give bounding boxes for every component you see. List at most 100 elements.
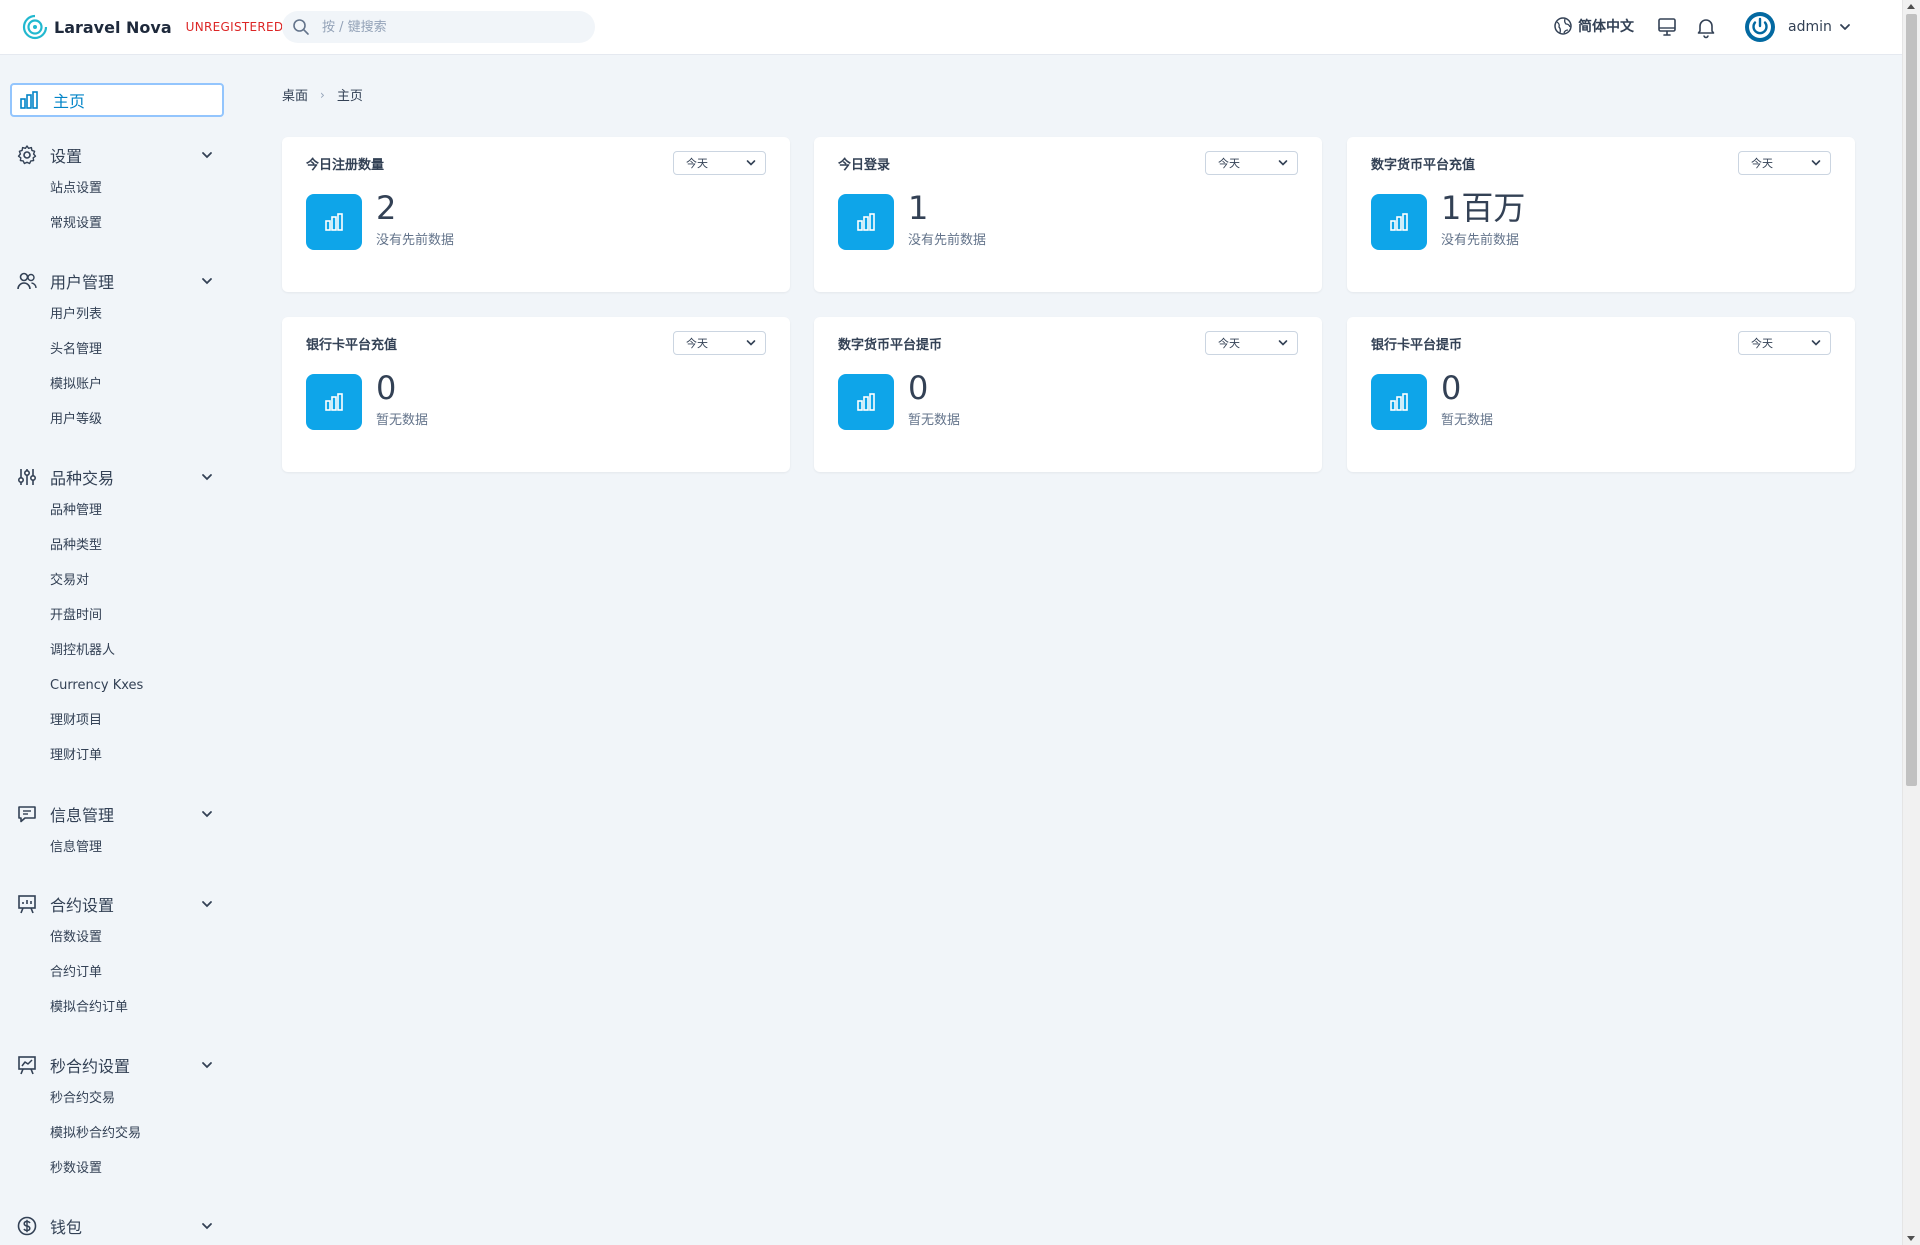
presentation-icon <box>18 895 36 914</box>
language-switcher[interactable]: 简体中文 <box>1553 16 1634 36</box>
sidebar-link[interactable]: 秒合约交易 <box>0 1081 240 1116</box>
card-title: 数字货币平台提币 <box>838 338 943 353</box>
metric-icon-tile <box>306 374 362 430</box>
section-title: 合约设置 <box>50 896 115 915</box>
monitor-icon[interactable] <box>1655 15 1679 39</box>
sidebar-link[interactable]: 头名管理 <box>0 332 240 367</box>
sidebar-link[interactable]: 合约订单 <box>0 955 240 990</box>
sidebar-link[interactable]: 站点设置 <box>0 171 240 206</box>
sidebar-item-home[interactable]: 主页 <box>10 83 224 117</box>
metric-icon-tile <box>1371 374 1427 430</box>
breadcrumb: 桌面 › 主页 <box>282 85 363 105</box>
scrollbar-thumb[interactable] <box>1906 14 1917 786</box>
metric-subtitle: 没有先前数据 <box>376 233 455 248</box>
range-select-value: 今天 <box>686 157 708 170</box>
sidebar-link[interactable]: 模拟合约订单 <box>0 990 240 1025</box>
chart-icon <box>325 213 343 231</box>
dollar-icon <box>17 1216 37 1236</box>
sidebar-link[interactable]: 调控机器人 <box>0 633 240 668</box>
card-title: 今日登录 <box>838 158 891 173</box>
user-name: admin <box>1788 19 1832 35</box>
sidebar-link[interactable]: 品种管理 <box>0 493 240 528</box>
language-label: 简体中文 <box>1578 19 1634 35</box>
breadcrumb-separator: › <box>320 87 325 102</box>
sidebar-item-label: 主页 <box>53 92 86 111</box>
sidebar-link[interactable]: 常规设置 <box>0 206 240 241</box>
sidebar-section-users: 用户管理 用户列表 头名管理 模拟账户 用户等级 <box>0 265 240 437</box>
sidebar-link[interactable]: 模拟账户 <box>0 367 240 402</box>
sidebar-section-header[interactable]: 秒合约设置 <box>0 1049 240 1081</box>
breadcrumb-root[interactable]: 桌面 <box>282 85 308 104</box>
metric-icon-tile <box>1371 194 1427 250</box>
range-select[interactable]: 今天 <box>1205 151 1298 175</box>
sidebar-section-contracts: 合约设置 倍数设置 合约订单 模拟合约订单 <box>0 888 240 1025</box>
metric-icon-tile <box>306 194 362 250</box>
users-icon <box>17 272 37 290</box>
range-select-value: 今天 <box>1218 157 1240 170</box>
range-select[interactable]: 今天 <box>1738 151 1831 175</box>
chevron-down-icon <box>202 474 212 481</box>
sidebar-link[interactable]: 模拟秒合约交易 <box>0 1116 240 1151</box>
range-select-value: 今天 <box>1751 337 1773 350</box>
range-select[interactable]: 今天 <box>1205 331 1298 355</box>
message-icon <box>18 806 36 823</box>
sidebar-link[interactable]: 交易对 <box>0 563 240 598</box>
chart-icon <box>1390 213 1408 231</box>
range-select[interactable]: 今天 <box>673 151 766 175</box>
sliders-icon <box>17 469 37 485</box>
metric-subtitle: 没有先前数据 <box>908 233 987 248</box>
power-avatar-icon <box>1745 12 1775 42</box>
sidebar-link[interactable]: Currency Kxes <box>0 668 240 703</box>
card-title: 银行卡平台提币 <box>1371 338 1463 353</box>
metric-value: 0 <box>376 369 397 407</box>
global-search[interactable] <box>282 11 595 43</box>
sidebar-section-header[interactable]: 品种交易 <box>0 461 240 493</box>
app-logo[interactable]: Laravel Nova UNREGISTERED <box>22 14 283 40</box>
scroll-up-arrow-icon[interactable] <box>1907 4 1915 9</box>
sidebar-link[interactable]: 理财订单 <box>0 738 240 773</box>
sidebar-link[interactable]: 开盘时间 <box>0 598 240 633</box>
section-title: 品种交易 <box>50 469 115 488</box>
metric-card: 数字货币平台充值 今天 1百万 没有先前数据 <box>1347 137 1855 292</box>
search-input[interactable] <box>320 18 574 36</box>
chart-icon <box>1390 393 1408 411</box>
bell-icon[interactable] <box>1694 15 1718 39</box>
search-icon <box>293 19 309 35</box>
sidebar-link[interactable]: 用户等级 <box>0 402 240 437</box>
sidebar-section-header[interactable]: 合约设置 <box>0 888 240 920</box>
card-title: 今日注册数量 <box>306 158 385 173</box>
chevron-down-icon <box>1811 160 1821 166</box>
user-menu[interactable]: admin <box>1744 11 1852 43</box>
metric-card: 今日登录 今天 1 没有先前数据 <box>814 137 1322 292</box>
metric-subtitle: 没有先前数据 <box>1441 233 1520 248</box>
chevron-down-icon <box>1839 24 1850 30</box>
sidebar-section-wallet: 钱包 <box>0 1210 240 1242</box>
sidebar-link[interactable]: 秒数设置 <box>0 1151 240 1186</box>
top-header: Laravel Nova UNREGISTERED 简体中文 a <box>0 0 1902 55</box>
metric-card: 数字货币平台提币 今天 0 暂无数据 <box>814 317 1322 472</box>
sidebar-link[interactable]: 用户列表 <box>0 297 240 332</box>
sidebar: 主页 设置 站点设置 常规设置 用户管理 用户列表 头名管理 模拟账户 用户等级… <box>0 55 240 1245</box>
sidebar-link[interactable]: 信息管理 <box>0 830 240 865</box>
sidebar-link[interactable]: 倍数设置 <box>0 920 240 955</box>
metric-subtitle: 暂无数据 <box>908 413 961 428</box>
range-select[interactable]: 今天 <box>1738 331 1831 355</box>
sidebar-section-header[interactable]: 信息管理 <box>0 798 240 830</box>
scroll-down-arrow-icon[interactable] <box>1907 1236 1915 1241</box>
metric-value: 0 <box>908 369 929 407</box>
sidebar-section-trading: 品种交易 品种管理 品种类型 交易对 开盘时间 调控机器人 Currency K… <box>0 461 240 773</box>
range-select[interactable]: 今天 <box>673 331 766 355</box>
sidebar-section-header[interactable]: 钱包 <box>0 1210 240 1242</box>
sidebar-section-header[interactable]: 设置 <box>0 139 240 171</box>
chart-icon <box>857 393 875 411</box>
page-scrollbar[interactable] <box>1902 0 1920 1245</box>
sidebar-link[interactable]: 品种类型 <box>0 528 240 563</box>
chevron-down-icon <box>1278 160 1288 166</box>
sidebar-link[interactable]: 理财项目 <box>0 703 240 738</box>
sidebar-section-settings: 设置 站点设置 常规设置 <box>0 139 240 241</box>
chevron-down-icon <box>202 278 212 285</box>
card-title: 数字货币平台充值 <box>1371 158 1476 173</box>
chart-board-icon <box>18 1056 36 1075</box>
chevron-down-icon <box>202 152 212 159</box>
sidebar-section-header[interactable]: 用户管理 <box>0 265 240 297</box>
